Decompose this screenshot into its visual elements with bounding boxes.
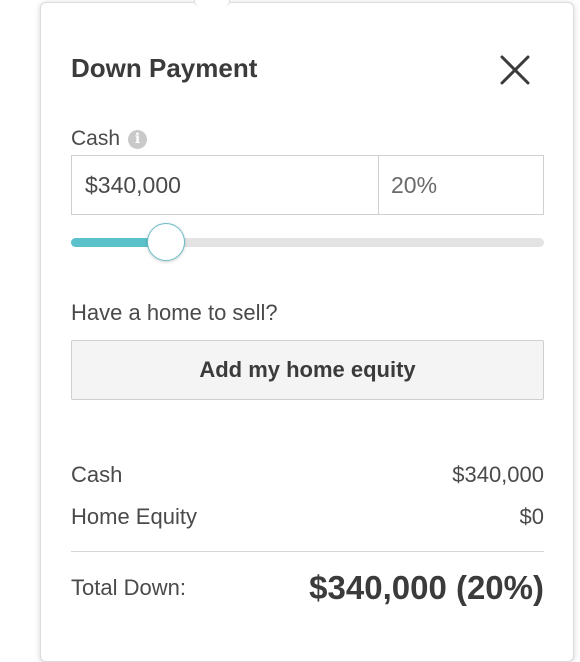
summary-divider [71, 551, 544, 552]
summary-row-home-equity: Home Equity $0 [71, 504, 544, 530]
cash-label: Cash [71, 127, 121, 150]
summary-value: $340,000 [452, 462, 544, 487]
down-payment-slider[interactable] [71, 223, 544, 261]
summary-label: Cash [71, 462, 123, 487]
cash-label-group: Cash i [71, 127, 148, 151]
popover-caret [194, 0, 230, 7]
summary-row-cash: Cash $340,000 [71, 462, 544, 488]
info-icon[interactable]: i [128, 129, 148, 149]
add-home-equity-button[interactable]: Add my home equity [71, 340, 544, 400]
close-icon [500, 55, 530, 85]
cash-input-group [71, 155, 580, 215]
sell-home-question: Have a home to sell? [71, 300, 278, 325]
slider-thumb[interactable] [146, 223, 185, 261]
cash-percent-input[interactable] [379, 156, 580, 214]
summary-label: Home Equity [71, 504, 197, 529]
close-button[interactable] [499, 54, 531, 86]
down-payment-popover: Down Payment Cash i Have a home to sell?… [40, 0, 580, 662]
total-down-row: Total Down: $340,000 (20%) [71, 569, 544, 607]
total-down-value: $340,000 (20%) [309, 569, 544, 606]
cash-amount-input[interactable] [72, 156, 379, 214]
total-down-label: Total Down: [71, 575, 186, 600]
dialog-title: Down Payment [71, 53, 258, 83]
summary-value: $0 [519, 504, 544, 529]
